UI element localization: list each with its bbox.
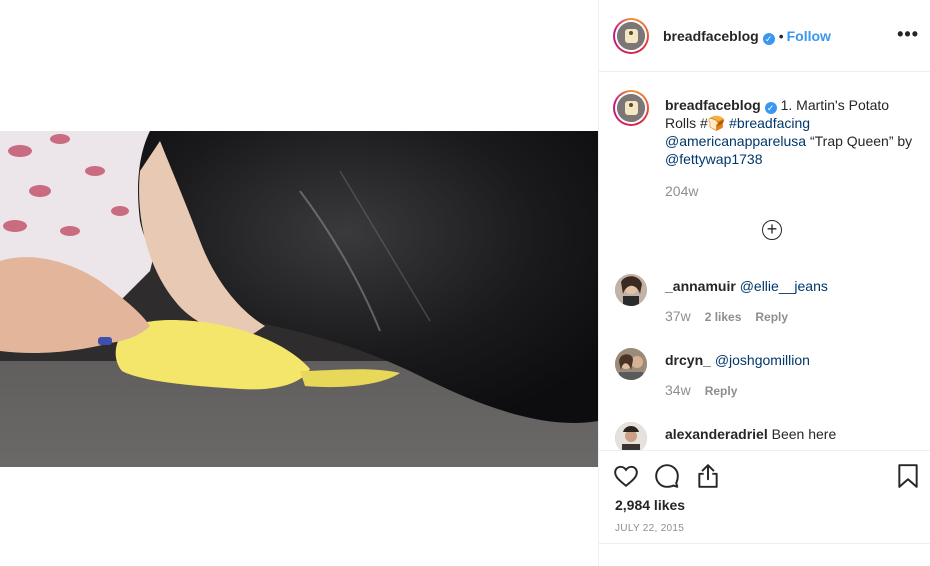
commenter-username[interactable]: alexanderadriel bbox=[665, 426, 768, 442]
post-date: JULY 22, 2015 bbox=[615, 523, 685, 534]
post-dialog: breadfaceblog ✓ • Follow ••• breadfaceblog ✓… bbox=[0, 0, 930, 566]
more-options-icon[interactable]: ••• bbox=[897, 24, 919, 45]
commenter-avatar[interactable] bbox=[615, 422, 647, 450]
post-header: breadfaceblog ✓ • Follow ••• bbox=[599, 0, 930, 72]
share-icon[interactable] bbox=[695, 463, 721, 489]
comment-icon[interactable] bbox=[654, 463, 680, 489]
hashtag-link[interactable]: #breadfacing bbox=[725, 115, 810, 131]
comment-mention-link[interactable]: @joshgomillion bbox=[715, 352, 810, 368]
comment-meta: 37w 2 likes Reply bbox=[665, 308, 802, 324]
comment-text: alexanderadriel Been here bbox=[665, 425, 925, 443]
reply-button[interactable]: Reply bbox=[705, 384, 738, 398]
comment-mention-link[interactable]: @ellie__jeans bbox=[740, 278, 828, 294]
caption-text-2: “Trap Queen” by bbox=[806, 133, 913, 149]
caption-timestamp[interactable]: 204w bbox=[665, 182, 921, 200]
comment-text: _annamuir @ellie__jeans bbox=[665, 277, 925, 295]
post-side-panel: breadfaceblog ✓ • Follow ••• breadfaceblog ✓… bbox=[598, 0, 930, 566]
likes-count[interactable]: 2,984 likes bbox=[615, 497, 685, 513]
caption-author-avatar[interactable] bbox=[613, 90, 649, 126]
verified-badge-icon: ✓ bbox=[762, 33, 775, 45]
add-comment-area[interactable] bbox=[599, 543, 930, 566]
commenter-avatar[interactable] bbox=[615, 274, 647, 306]
reply-button[interactable]: Reply bbox=[755, 310, 788, 324]
mention-link-americanapparelusa[interactable]: @americanapparelusa bbox=[665, 133, 806, 149]
bookmark-icon[interactable] bbox=[895, 463, 921, 489]
author-username[interactable]: breadfaceblog bbox=[663, 28, 759, 44]
follow-button[interactable]: Follow bbox=[787, 28, 831, 44]
author-avatar[interactable] bbox=[613, 18, 649, 54]
comment-timestamp[interactable]: 37w bbox=[665, 308, 691, 324]
mention-link-fettywap1738[interactable]: @fettywap1738 bbox=[665, 151, 763, 167]
media-area bbox=[0, 0, 598, 566]
separator-dot: • bbox=[778, 28, 784, 44]
comment-meta: 34w Reply bbox=[665, 382, 751, 398]
commenter-username[interactable]: drcyn_ bbox=[665, 352, 711, 368]
comments-section: breadfaceblog ✓ 1. Martin's Potato Rolls … bbox=[599, 72, 930, 450]
heart-icon[interactable] bbox=[613, 463, 639, 489]
comment-timestamp[interactable]: 34w bbox=[665, 382, 691, 398]
post-actions: 2,984 likes JULY 22, 2015 bbox=[599, 450, 930, 566]
comment-body: Been here bbox=[771, 426, 837, 442]
post-video[interactable] bbox=[0, 131, 598, 467]
header-line: breadfaceblog ✓ • Follow bbox=[663, 28, 831, 45]
verified-badge-icon: ✓ bbox=[764, 102, 777, 114]
post-caption: breadfaceblog ✓ 1. Martin's Potato Rolls … bbox=[665, 96, 921, 200]
commenter-username[interactable]: _annamuir bbox=[665, 278, 736, 294]
video-frame-illustration bbox=[0, 131, 598, 467]
commenter-avatar[interactable] bbox=[615, 348, 647, 380]
load-more-comments-icon[interactable]: + bbox=[762, 220, 782, 240]
comment-text: drcyn_ @joshgomillion bbox=[665, 351, 925, 369]
caption-username[interactable]: breadfaceblog bbox=[665, 97, 761, 113]
comment-likes[interactable]: 2 likes bbox=[705, 310, 742, 324]
bread-emoji-icon: 🍞 bbox=[707, 115, 726, 131]
